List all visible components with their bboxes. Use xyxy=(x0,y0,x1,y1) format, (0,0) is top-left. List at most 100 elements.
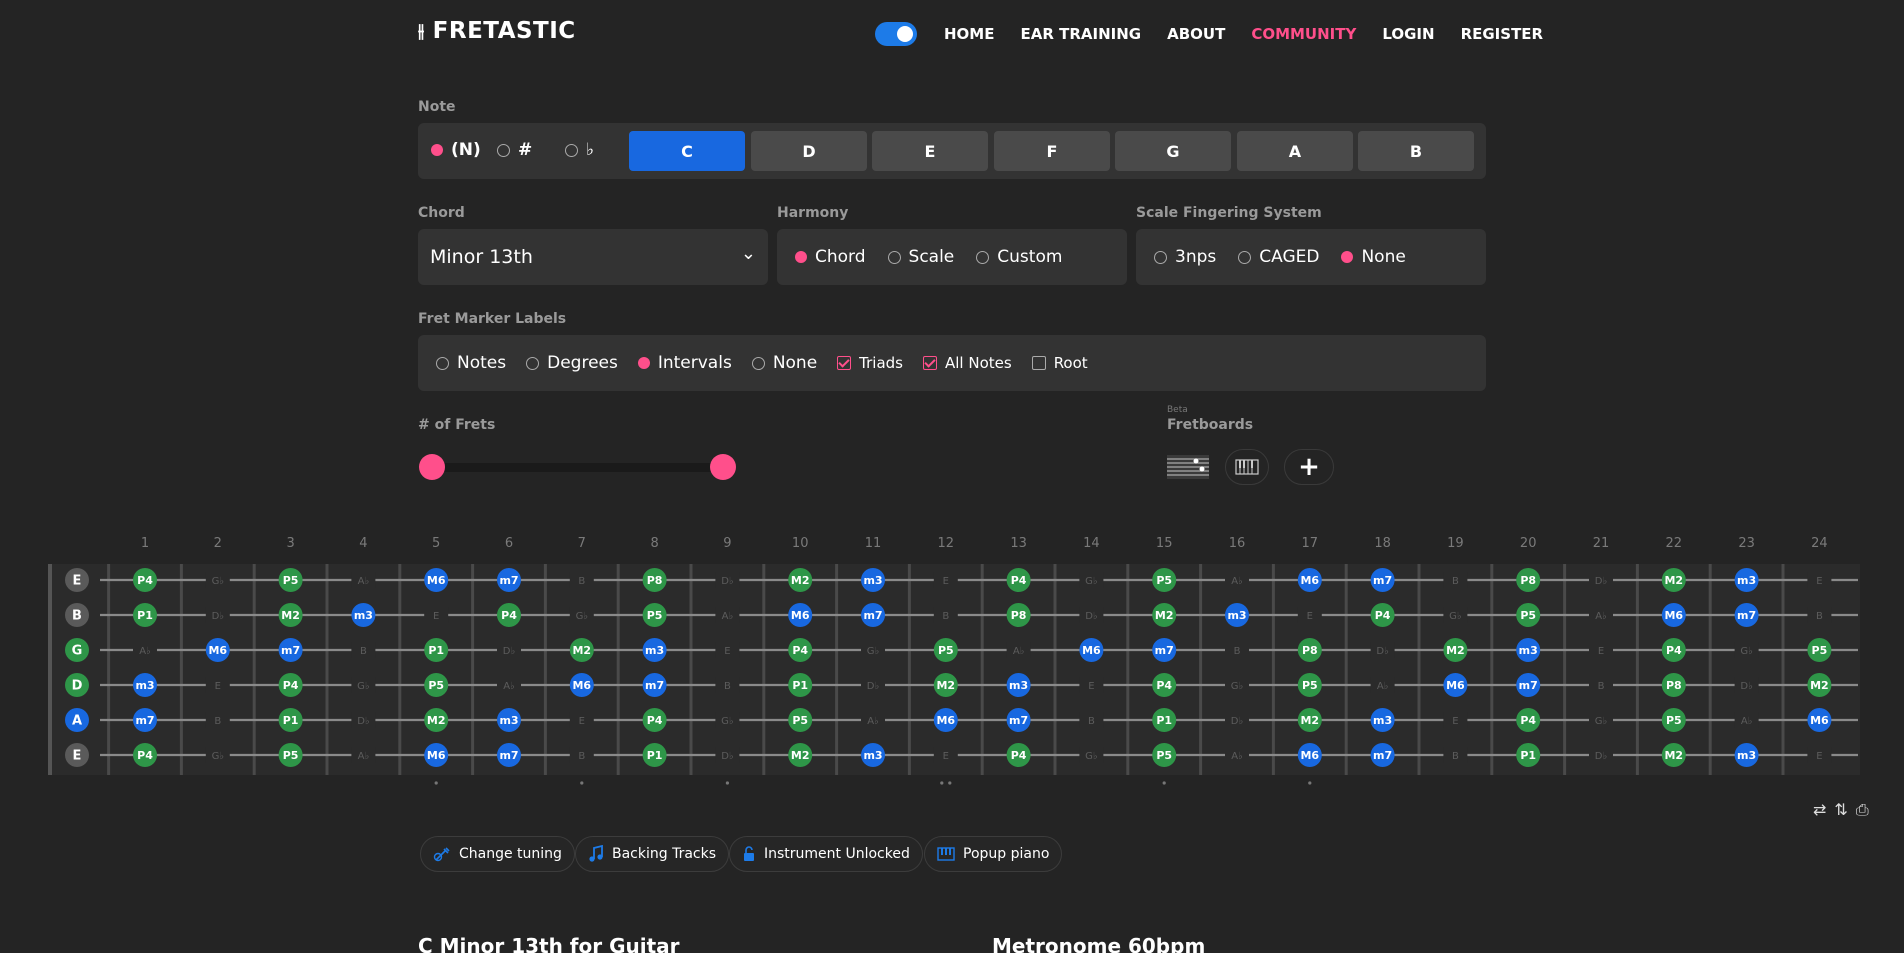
note-button-g[interactable]: G xyxy=(1115,131,1231,171)
harmony-scale[interactable]: Scale xyxy=(887,247,954,267)
popup-piano-button[interactable]: Popup piano xyxy=(924,836,1063,872)
faint-note-label[interactable]: G♭ xyxy=(721,716,734,727)
fingering-none[interactable]: None xyxy=(1341,247,1406,267)
nav-register[interactable]: REGISTER xyxy=(1461,25,1544,43)
frets-slider-min-handle[interactable] xyxy=(419,454,445,480)
faint-note-label[interactable]: E xyxy=(433,611,439,622)
fingering-caged[interactable]: CAGED xyxy=(1238,247,1319,267)
faint-note-label[interactable]: D♭ xyxy=(721,576,734,587)
harmony-custom[interactable]: Custom xyxy=(976,247,1062,267)
faint-note-label[interactable]: D♭ xyxy=(721,751,734,762)
note-button-e[interactable]: E xyxy=(872,131,988,171)
faint-note-label[interactable]: D♭ xyxy=(1231,716,1244,727)
faint-note-label[interactable]: B xyxy=(214,716,221,727)
accidental-natural[interactable]: (N) xyxy=(431,140,481,160)
faint-note-label[interactable]: B xyxy=(1452,576,1459,587)
faint-note-label[interactable]: G♭ xyxy=(357,681,370,692)
flip-horizontal-icon[interactable]: ⇄ xyxy=(1813,800,1826,820)
frets-slider-max-handle[interactable] xyxy=(710,454,736,480)
triads-checkbox[interactable]: Triads xyxy=(837,354,903,372)
nav-login[interactable]: LOGIN xyxy=(1382,25,1434,43)
faint-note-label[interactable]: E xyxy=(579,716,585,727)
faint-note-label[interactable]: D♭ xyxy=(357,716,370,727)
faint-note-label[interactable]: G♭ xyxy=(576,611,589,622)
faint-note-label[interactable]: A♭ xyxy=(503,681,515,692)
faint-note-label[interactable]: B xyxy=(1088,716,1095,727)
faint-note-label[interactable]: A♭ xyxy=(867,716,879,727)
faint-note-label[interactable]: B xyxy=(360,646,367,657)
chord-select[interactable]: Minor 13th ⌄ xyxy=(418,229,768,285)
note-button-f[interactable]: F xyxy=(994,131,1110,171)
faint-note-label[interactable]: G♭ xyxy=(1740,646,1753,657)
faint-note-label[interactable]: E xyxy=(1307,611,1313,622)
faint-note-label[interactable]: B xyxy=(1234,646,1241,657)
faint-note-label[interactable]: G♭ xyxy=(212,751,225,762)
faint-note-label[interactable]: E xyxy=(1452,716,1458,727)
faint-note-label[interactable]: G♭ xyxy=(1449,611,1462,622)
faint-note-label[interactable]: A♭ xyxy=(358,751,370,762)
faint-note-label[interactable]: E xyxy=(943,751,949,762)
faint-note-label[interactable]: A♭ xyxy=(1231,751,1243,762)
faint-note-label[interactable]: A♭ xyxy=(1231,576,1243,587)
faint-note-label[interactable]: A♭ xyxy=(722,611,734,622)
faint-note-label[interactable]: E xyxy=(724,646,730,657)
faint-note-label[interactable]: D♭ xyxy=(1085,611,1098,622)
faint-note-label[interactable]: D♭ xyxy=(503,646,516,657)
faint-note-label[interactable]: D♭ xyxy=(1376,646,1389,657)
logo[interactable]: ⫲ FRETASTIC xyxy=(418,18,576,44)
nav-community[interactable]: COMMUNITY xyxy=(1251,25,1356,43)
backing-tracks-button[interactable]: Backing Tracks xyxy=(575,836,730,872)
faint-note-label[interactable]: A♭ xyxy=(1013,646,1025,657)
label-notes[interactable]: Notes xyxy=(436,353,506,373)
faint-note-label[interactable]: G♭ xyxy=(1085,751,1098,762)
faint-note-label[interactable]: A♭ xyxy=(1741,716,1753,727)
faint-note-label[interactable]: D♭ xyxy=(1595,576,1608,587)
nav-home[interactable]: HOME xyxy=(944,25,994,43)
harmony-chord[interactable]: Chord xyxy=(795,247,866,267)
faint-note-label[interactable]: G♭ xyxy=(1085,576,1098,587)
faint-note-label[interactable]: B xyxy=(1452,751,1459,762)
faint-note-label[interactable]: A♭ xyxy=(1595,611,1607,622)
faint-note-label[interactable]: G♭ xyxy=(212,576,225,587)
faint-note-label[interactable]: E xyxy=(943,576,949,587)
faint-note-label[interactable]: E xyxy=(1598,646,1604,657)
faint-note-label[interactable]: A♭ xyxy=(358,576,370,587)
theme-toggle[interactable] xyxy=(875,22,917,46)
faint-note-label[interactable]: E xyxy=(1816,751,1822,762)
label-intervals[interactable]: Intervals xyxy=(637,353,732,373)
faint-note-label[interactable]: G♭ xyxy=(1231,681,1244,692)
flip-vertical-icon[interactable]: ⇅ xyxy=(1834,800,1847,820)
faint-note-label[interactable]: B xyxy=(724,681,731,692)
accidental-flat[interactable]: ♭ xyxy=(565,140,594,160)
note-button-b[interactable]: B xyxy=(1358,131,1474,171)
faint-note-label[interactable]: A♭ xyxy=(1377,681,1389,692)
accidental-sharp[interactable]: # xyxy=(497,140,532,160)
faint-note-label[interactable]: B xyxy=(1598,681,1605,692)
faint-note-label[interactable]: E xyxy=(215,681,221,692)
faint-note-label[interactable]: D♭ xyxy=(1740,681,1753,692)
faint-note-label[interactable]: B xyxy=(578,751,585,762)
nav-about[interactable]: ABOUT xyxy=(1167,25,1225,43)
faint-note-label[interactable]: D♭ xyxy=(867,681,880,692)
nav-ear-training[interactable]: EAR TRAINING xyxy=(1020,25,1141,43)
note-button-d[interactable]: D xyxy=(751,131,867,171)
fretboard-piano-button[interactable] xyxy=(1225,449,1269,485)
faint-note-label[interactable]: A♭ xyxy=(139,646,151,657)
label-none[interactable]: None xyxy=(751,353,817,373)
all-notes-checkbox[interactable]: All Notes xyxy=(923,354,1012,372)
faint-note-label[interactable]: B xyxy=(1816,611,1823,622)
fretboard[interactable]: 1 2 3 4 5 6 7 8 9 10 11 12 13 14 15 16 17 18 19 20 21 22 23 24E… xyxy=(0,530,1904,800)
faint-note-label[interactable]: D♭ xyxy=(212,611,225,622)
frets-slider-track[interactable] xyxy=(420,463,727,472)
print-icon[interactable]: ⎙ xyxy=(1856,800,1869,820)
note-button-c[interactable]: C xyxy=(629,131,745,171)
faint-note-label[interactable]: G♭ xyxy=(1595,716,1608,727)
fingering-3nps[interactable]: 3nps xyxy=(1154,247,1216,267)
note-button-a[interactable]: A xyxy=(1237,131,1353,171)
faint-note-label[interactable]: B xyxy=(942,611,949,622)
instrument-unlocked-button[interactable]: Instrument Unlocked xyxy=(729,836,923,872)
faint-note-label[interactable]: E xyxy=(1088,681,1094,692)
faint-note-label[interactable]: G♭ xyxy=(867,646,880,657)
faint-note-label[interactable]: B xyxy=(578,576,585,587)
faint-note-label[interactable]: E xyxy=(1816,576,1822,587)
